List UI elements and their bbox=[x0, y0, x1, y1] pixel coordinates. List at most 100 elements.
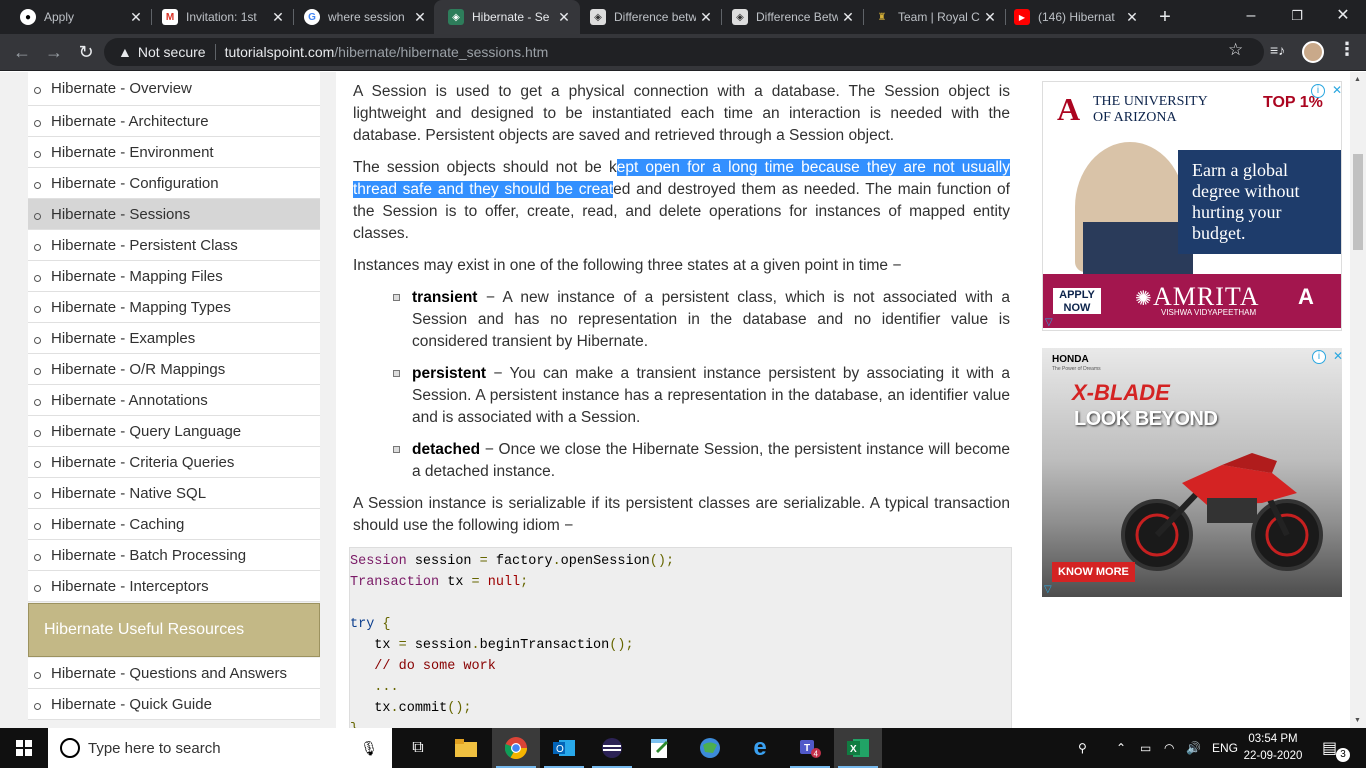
sidebar-item-examples[interactable]: Hibernate - Examples bbox=[28, 323, 320, 354]
maximize-button[interactable]: ❐ bbox=[1274, 0, 1320, 32]
tab-apply[interactable]: ● Apply ✕ bbox=[0, 0, 152, 34]
sidebar-item-persistent-class[interactable]: Hibernate - Persistent Class bbox=[28, 230, 320, 261]
sidebar-item-overview[interactable]: Hibernate - Overview bbox=[28, 72, 320, 106]
microphone-icon[interactable]: 🎙 bbox=[360, 740, 378, 757]
state-description: − Once we close the Hibernate Session, t… bbox=[412, 441, 1010, 480]
profile-avatar[interactable] bbox=[1302, 41, 1324, 63]
ad-info-icon[interactable]: i bbox=[1312, 350, 1326, 364]
warning-icon[interactable]: ▲ bbox=[118, 44, 132, 60]
file-explorer-icon[interactable] bbox=[442, 728, 490, 768]
scroll-up-icon[interactable]: ▲ bbox=[1354, 76, 1361, 83]
show-hidden-icons[interactable]: ⌃ bbox=[1116, 728, 1126, 768]
minimize-button[interactable]: – bbox=[1228, 0, 1274, 32]
browser-toolbar: ← → ↻ ▲ Not secure tutorialspoint.com/hi… bbox=[0, 34, 1366, 71]
code-block[interactable]: Session session = factory.openSession();… bbox=[349, 547, 1012, 728]
sidebar-item-configuration[interactable]: Hibernate - Configuration bbox=[28, 168, 320, 199]
taskbar-clock[interactable]: 03:54 PM 22-09-2020 bbox=[1240, 731, 1306, 765]
scroll-down-icon[interactable]: ▼ bbox=[1354, 717, 1361, 724]
tab-close-icon[interactable]: ✕ bbox=[838, 9, 858, 26]
sidebar-item-mapping-files[interactable]: Hibernate - Mapping Files bbox=[28, 261, 320, 292]
new-tab-button[interactable]: + bbox=[1152, 4, 1178, 30]
url-path[interactable]: /hibernate/hibernate_sessions.htm bbox=[334, 44, 548, 60]
arizona-logo-icon: A bbox=[1057, 91, 1081, 127]
code-line: Session session = factory.openSession(); bbox=[350, 554, 675, 569]
ad-university-arizona[interactable]: A THE UNIVERSITY OF ARIZONA TOP 1% Earn … bbox=[1042, 81, 1342, 331]
close-window-button[interactable]: ✕ bbox=[1320, 0, 1366, 32]
back-arrow-icon[interactable]: ← bbox=[8, 34, 36, 70]
adchoices-icon[interactable]: ▽ bbox=[1044, 584, 1052, 595]
notepad-icon[interactable] bbox=[636, 728, 684, 768]
reload-icon[interactable]: ↻ bbox=[72, 34, 100, 70]
tab-invitation[interactable]: M Invitation: 1st ✕ bbox=[148, 0, 294, 34]
chrome-icon[interactable] bbox=[492, 728, 540, 768]
tab-close-icon[interactable]: ✕ bbox=[1122, 9, 1142, 26]
battery-icon[interactable]: ▭ bbox=[1140, 728, 1151, 768]
tab-team-royal[interactable]: ♜ Team | Royal C ✕ bbox=[860, 0, 1006, 34]
know-more-button[interactable]: KNOW MORE bbox=[1052, 562, 1135, 582]
apply-now-button[interactable]: APPLY NOW bbox=[1053, 288, 1101, 314]
sidebar-item-caching[interactable]: Hibernate - Caching bbox=[28, 509, 320, 540]
sidebar-item-sessions[interactable]: Hibernate - Sessions bbox=[28, 199, 320, 230]
ad-close-icon[interactable]: ✕ bbox=[1333, 349, 1342, 363]
bullet-icon bbox=[34, 243, 41, 251]
tab-close-icon[interactable]: ✕ bbox=[980, 9, 1000, 26]
sidebar-item-questions-answers[interactable]: Hibernate - Questions and Answers bbox=[28, 658, 320, 689]
ad-close-icon[interactable]: ✕ bbox=[1332, 83, 1341, 97]
tab-close-icon[interactable]: ✕ bbox=[554, 9, 574, 26]
address-bar[interactable]: ▲ Not secure tutorialspoint.com/hibernat… bbox=[104, 38, 1264, 66]
forward-arrow-icon[interactable]: → bbox=[40, 34, 68, 70]
crest-icon: ♜ bbox=[877, 11, 887, 23]
list-item: detached − Once we close the Hibernate S… bbox=[393, 439, 1010, 483]
sidebar-item-environment[interactable]: Hibernate - Environment bbox=[28, 137, 320, 168]
tab-difference-1[interactable]: ◈ Difference betw ✕ bbox=[576, 0, 722, 34]
edge-icon[interactable]: e bbox=[736, 728, 784, 768]
tab-youtube-hibernate[interactable]: ▶ (146) Hibernat ✕ bbox=[1002, 0, 1148, 34]
excel-icon[interactable]: X bbox=[834, 728, 882, 768]
ad-honda-xblade[interactable]: HONDA The Power of Dreams X-BLADE LOOK B… bbox=[1042, 348, 1342, 597]
sidebar-item-native-sql[interactable]: Hibernate - Native SQL bbox=[28, 478, 320, 509]
sidebar-item-query-language[interactable]: Hibernate - Query Language bbox=[28, 416, 320, 447]
sidebar-item-criteria-queries[interactable]: Hibernate - Criteria Queries bbox=[28, 447, 320, 478]
scrollbar-thumb[interactable] bbox=[1353, 154, 1363, 250]
sidebar-item-or-mappings[interactable]: Hibernate - O/R Mappings bbox=[28, 354, 320, 385]
tab-close-icon[interactable]: ✕ bbox=[126, 9, 146, 26]
bullet-icon bbox=[34, 336, 41, 344]
sidebar-item-mapping-types[interactable]: Hibernate - Mapping Types bbox=[28, 292, 320, 323]
tab-hibernate-sessions[interactable]: ◈ Hibernate - Se ✕ bbox=[434, 0, 580, 34]
taskbar-search[interactable]: Type here to search 🎙 bbox=[48, 728, 392, 768]
windows-start-icon[interactable] bbox=[0, 728, 48, 768]
notification-center[interactable]: ▤ 3 bbox=[1322, 728, 1350, 768]
task-view-icon[interactable]: ⧉ bbox=[394, 728, 442, 768]
ad-info-icon[interactable]: i bbox=[1311, 84, 1325, 98]
tab-close-icon[interactable]: ✕ bbox=[410, 9, 430, 26]
tab-difference-2[interactable]: ◈ Difference Betw ✕ bbox=[718, 0, 864, 34]
diamond-icon: ◈ bbox=[590, 9, 606, 25]
security-status[interactable]: Not secure bbox=[138, 44, 206, 60]
outlook-icon[interactable]: O bbox=[540, 728, 588, 768]
tab-close-icon[interactable]: ✕ bbox=[696, 9, 716, 26]
serializable-paragraph: A Session instance is serializable if it… bbox=[353, 495, 1010, 534]
notification-count-badge: 3 bbox=[1336, 748, 1350, 762]
sidebar-item-interceptors[interactable]: Hibernate - Interceptors bbox=[28, 571, 320, 602]
bullet-icon bbox=[34, 87, 41, 94]
adchoices-icon[interactable]: ▽ bbox=[1045, 317, 1053, 328]
language-indicator[interactable]: ENG bbox=[1212, 728, 1238, 768]
sidebar-item-architecture[interactable]: Hibernate - Architecture bbox=[28, 106, 320, 137]
wifi-icon[interactable]: ◠ bbox=[1164, 728, 1174, 768]
eclipse-icon[interactable] bbox=[588, 728, 636, 768]
bullet-icon bbox=[34, 150, 41, 158]
sidebar-item-quick-guide[interactable]: Hibernate - Quick Guide bbox=[28, 689, 320, 720]
url-host[interactable]: tutorialspoint.com bbox=[225, 44, 335, 60]
tab-close-icon[interactable]: ✕ bbox=[268, 9, 288, 26]
tab-where-session[interactable]: G where session ✕ bbox=[290, 0, 436, 34]
bookmark-star-icon[interactable]: ☆ bbox=[1228, 40, 1243, 60]
menu-kebab-icon[interactable]: ⋮ bbox=[1338, 39, 1356, 60]
globe-icon[interactable] bbox=[686, 728, 734, 768]
people-icon[interactable]: ⚲ bbox=[1078, 728, 1087, 768]
page-scrollbar[interactable]: ▲ ▼ bbox=[1350, 72, 1366, 728]
teams-icon[interactable]: T4 bbox=[786, 728, 834, 768]
sidebar-item-annotations[interactable]: Hibernate - Annotations bbox=[28, 385, 320, 416]
volume-icon[interactable]: 🔊 bbox=[1186, 728, 1201, 768]
sidebar-item-batch-processing[interactable]: Hibernate - Batch Processing bbox=[28, 540, 320, 571]
media-control-icon[interactable]: ≡♪ bbox=[1270, 42, 1285, 58]
